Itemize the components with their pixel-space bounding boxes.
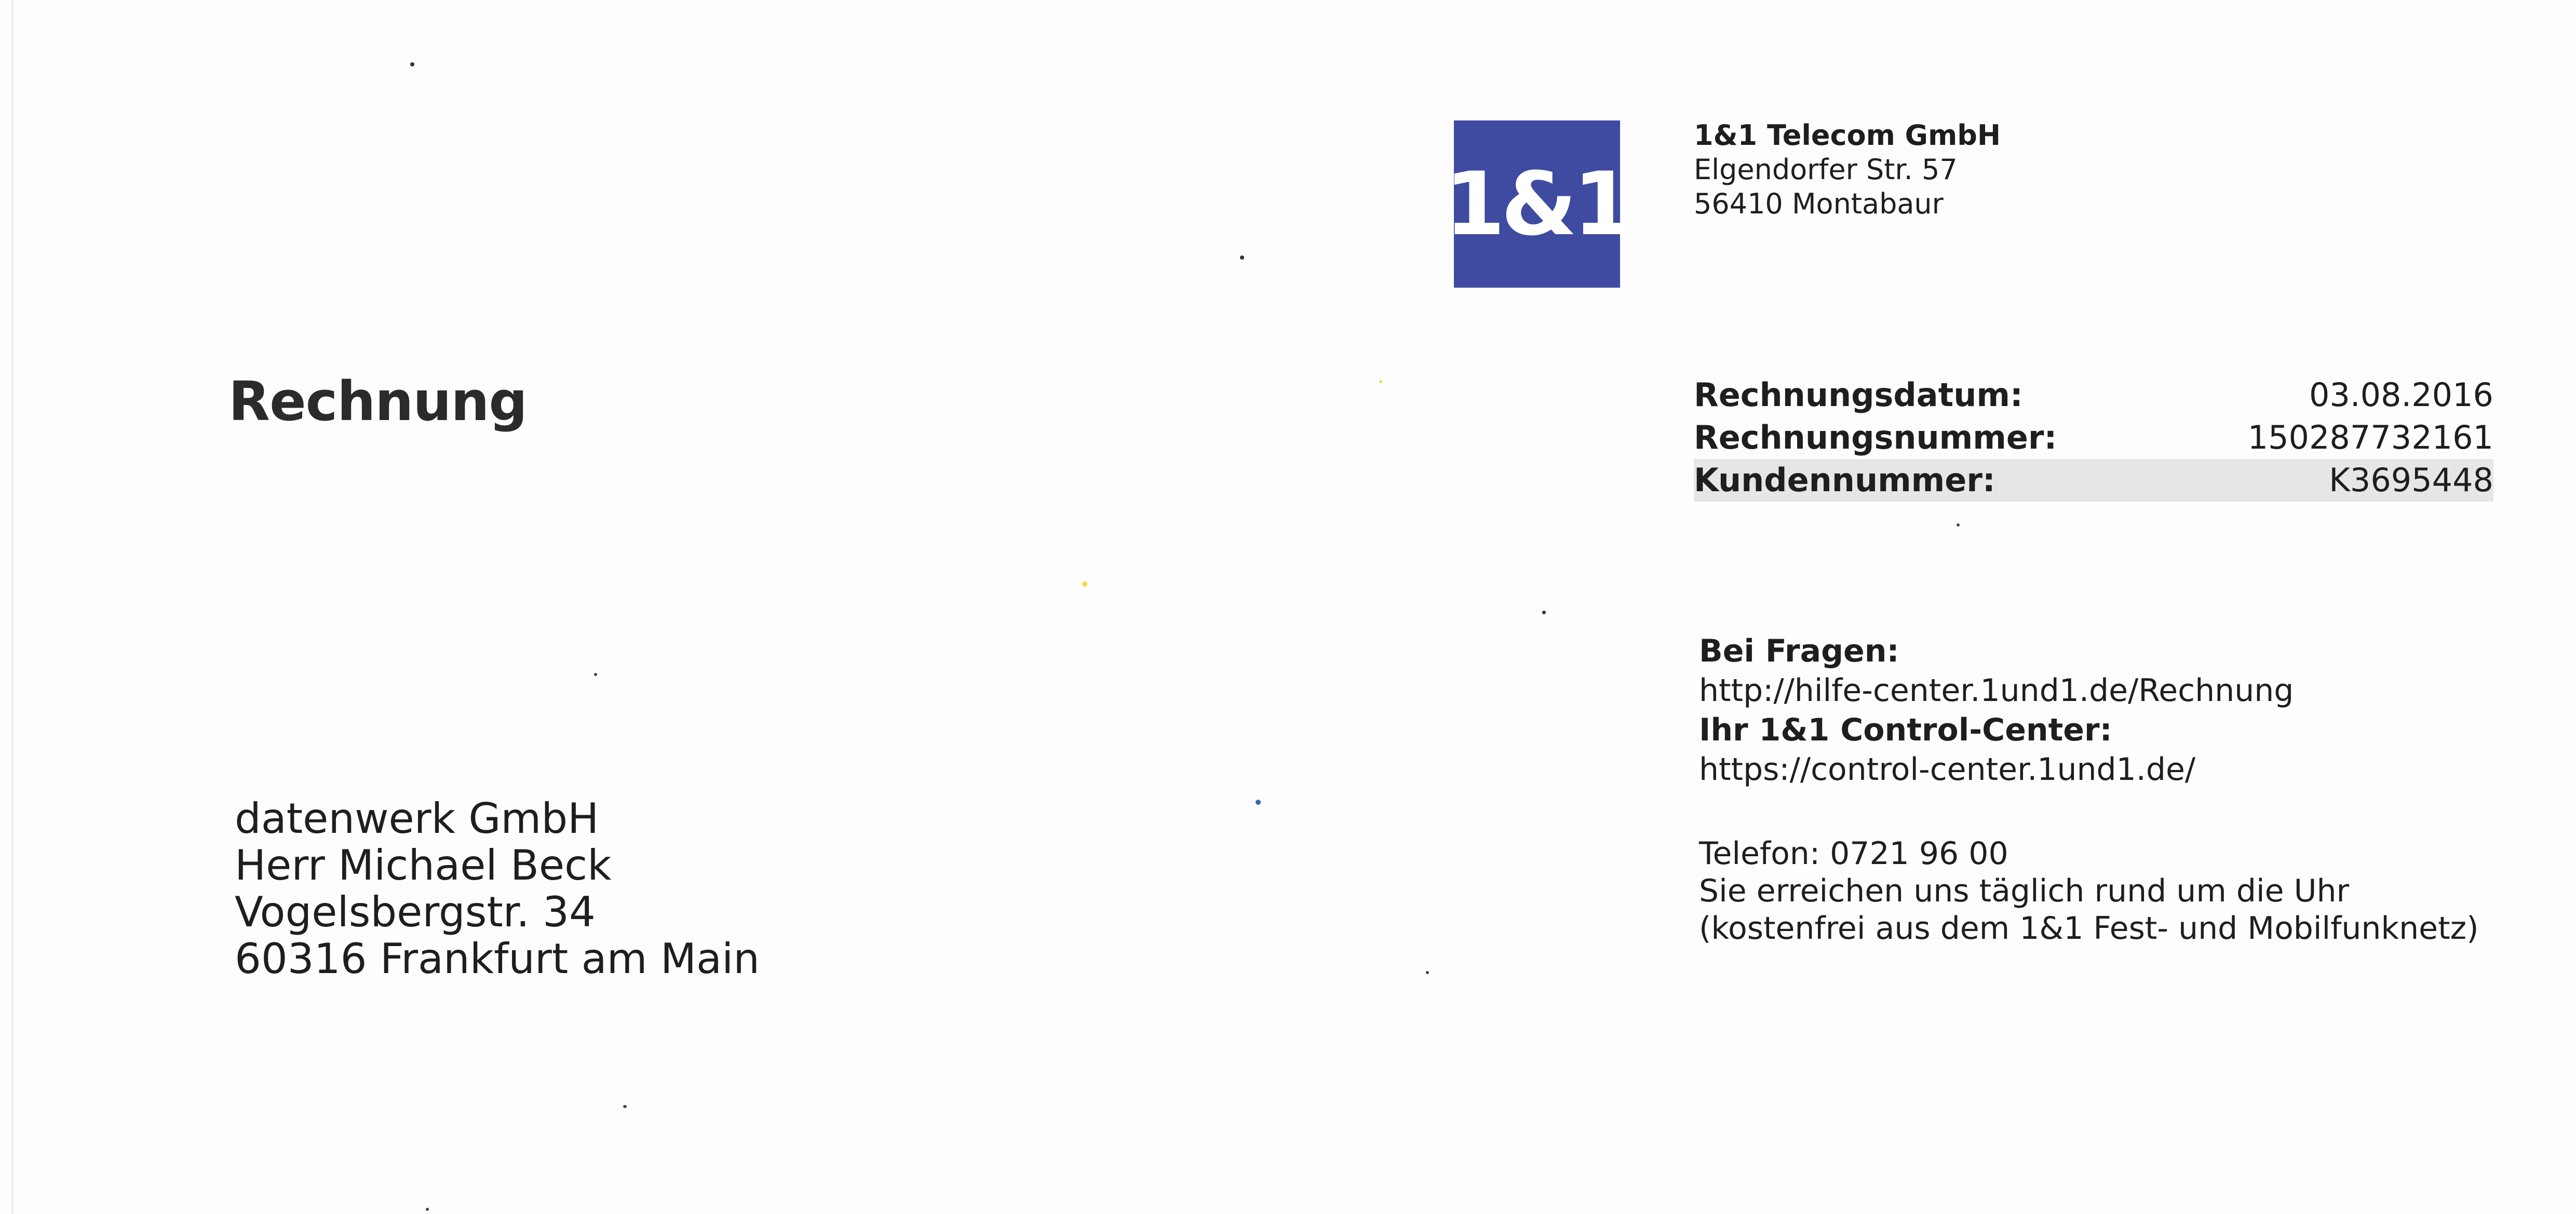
availability-line: Sie erreichen uns täglich rund um die Uh… bbox=[1699, 873, 2350, 909]
recipient-street: Vogelsbergstr. 34 bbox=[235, 888, 596, 936]
meta-row-date: Rechnungsdatum: 03.08.2016 bbox=[1694, 374, 2493, 416]
contact-block: Telefon: 0721 96 00 Sie erreichen uns tä… bbox=[1699, 835, 2479, 947]
scan-speck bbox=[1542, 611, 1546, 614]
meta-row-customer-number: Kundennummer: K3695448 bbox=[1694, 459, 2493, 502]
scan-speck bbox=[1957, 523, 1960, 527]
questions-url: http://hilfe-center.1und1.de/Rechnung bbox=[1699, 672, 2294, 709]
phone-line: Telefon: 0721 96 00 bbox=[1699, 835, 2008, 872]
control-center-label: Ihr 1&1 Control-Center: bbox=[1699, 712, 2112, 748]
invoice-meta: Rechnungsdatum: 03.08.2016 Rechnungsnumm… bbox=[1694, 374, 2493, 502]
scan-edge bbox=[11, 0, 14, 1214]
document-title: Rechnung bbox=[228, 370, 528, 433]
help-block: Bei Fragen: http://hilfe-center.1und1.de… bbox=[1699, 631, 2294, 789]
scan-speck bbox=[623, 1105, 627, 1108]
meta-label: Kundennummer: bbox=[1694, 461, 1995, 499]
sender-company: 1&1 Telecom GmbH bbox=[1694, 119, 2001, 152]
scan-speck bbox=[1426, 971, 1429, 974]
scan-speck bbox=[1082, 582, 1087, 587]
scan-speck bbox=[1256, 800, 1261, 805]
scan-speck bbox=[410, 62, 414, 66]
control-center-url: https://control-center.1und1.de/ bbox=[1699, 751, 2196, 788]
meta-value: K3695448 bbox=[2329, 461, 2493, 499]
questions-label: Bei Fragen: bbox=[1699, 633, 1899, 669]
scan-speck bbox=[426, 1208, 429, 1211]
sender-city: 56410 Montabaur bbox=[1694, 187, 1944, 220]
logo-text: 1&1 bbox=[1444, 153, 1634, 255]
sender-street: Elgendorfer Str. 57 bbox=[1694, 153, 1958, 186]
meta-value: 03.08.2016 bbox=[2309, 376, 2493, 414]
meta-label: Rechnungsdatum: bbox=[1694, 376, 2023, 414]
recipient-name: Herr Michael Beck bbox=[235, 841, 612, 889]
meta-row-invoice-number: Rechnungsnummer: 150287732161 bbox=[1694, 416, 2493, 459]
invoice-page: 1&1 1&1 Telecom GmbH Elgendorfer Str. 57… bbox=[0, 0, 2576, 1214]
recipient-address: datenwerk GmbH Herr Michael Beck Vogelsb… bbox=[235, 795, 760, 982]
cost-note-line: (kostenfrei aus dem 1&1 Fest- und Mobilf… bbox=[1699, 910, 2479, 947]
meta-value: 150287732161 bbox=[2247, 419, 2493, 456]
recipient-city: 60316 Frankfurt am Main bbox=[235, 935, 760, 983]
scan-speck bbox=[594, 673, 597, 676]
meta-label: Rechnungsnummer: bbox=[1694, 419, 2057, 456]
brand-logo: 1&1 bbox=[1445, 120, 1634, 288]
scan-speck bbox=[1240, 255, 1244, 260]
sender-address: 1&1 Telecom GmbH Elgendorfer Str. 57 564… bbox=[1694, 118, 2001, 221]
scan-speck bbox=[1379, 380, 1382, 383]
recipient-company: datenwerk GmbH bbox=[235, 794, 599, 843]
